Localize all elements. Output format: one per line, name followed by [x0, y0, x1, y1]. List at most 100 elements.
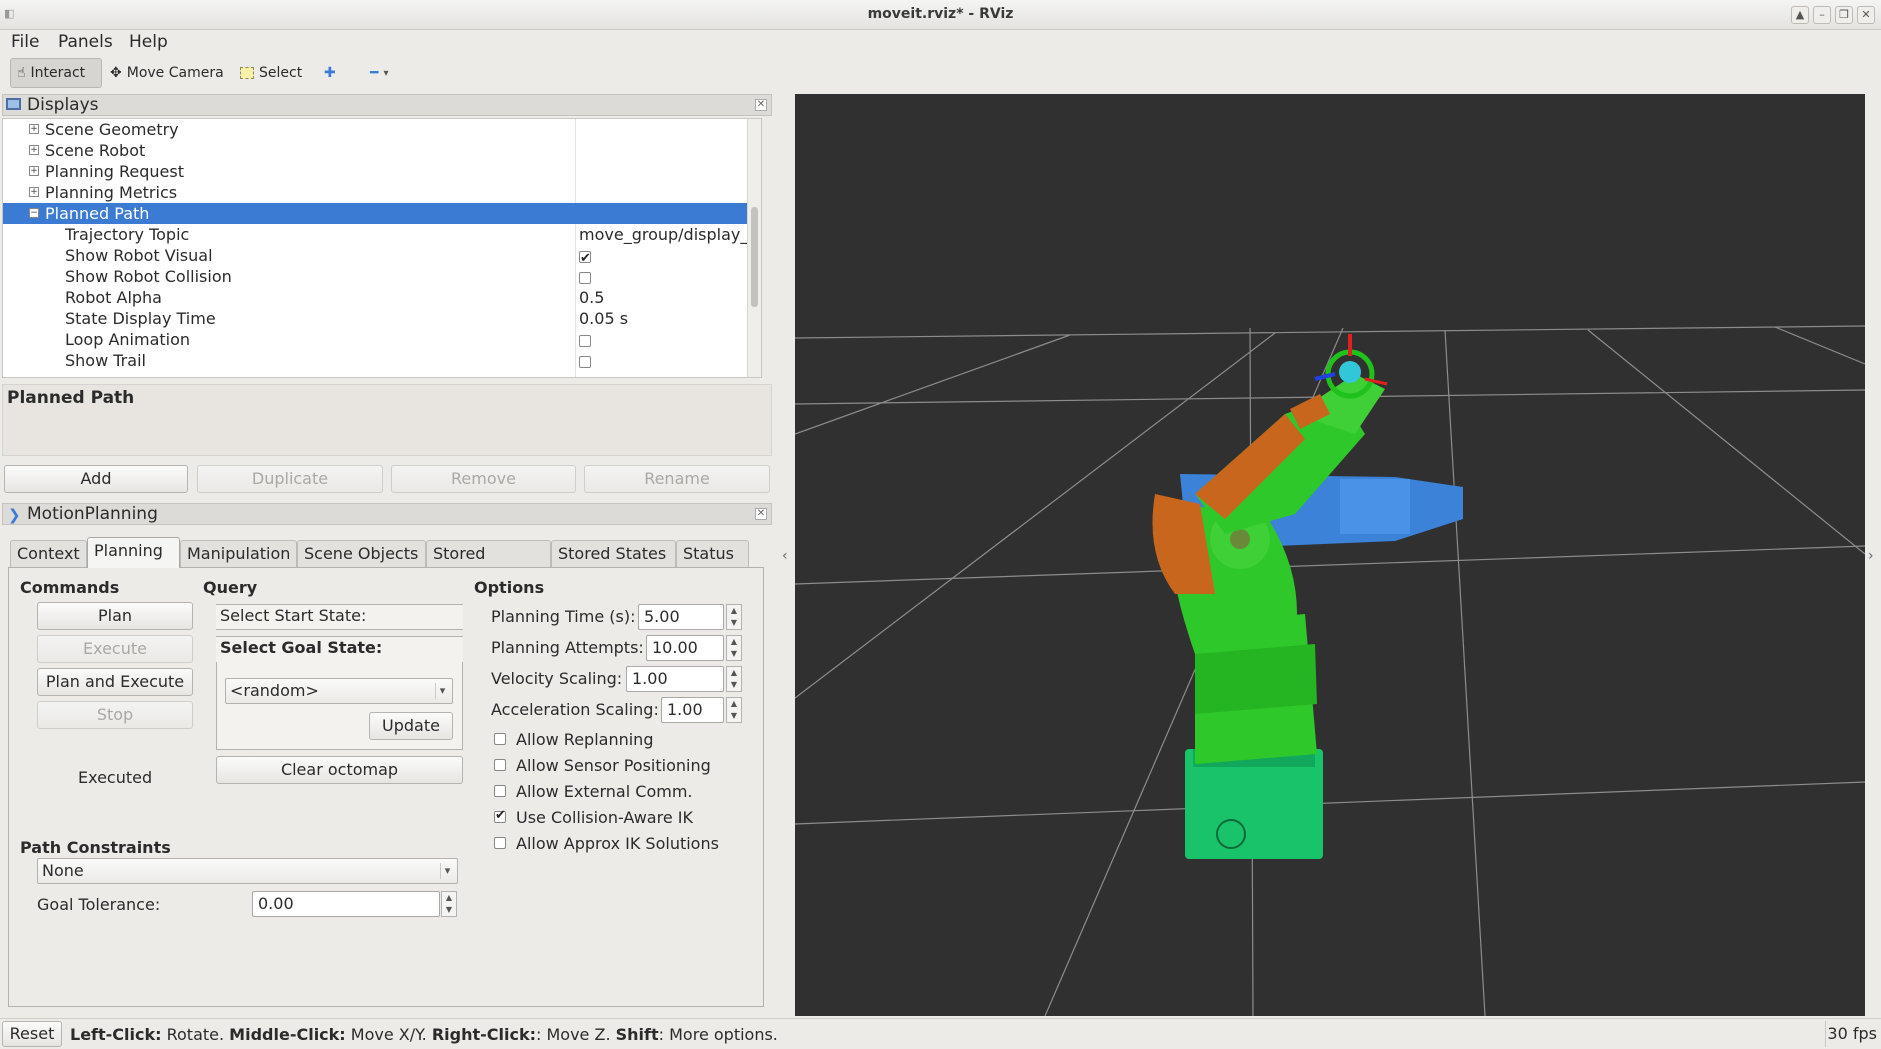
duplicate-display-button[interactable]: Duplicate [197, 465, 383, 493]
show-robot-visual-checkbox[interactable] [579, 248, 591, 269]
right-dock-collapse-icon[interactable]: › [1868, 548, 1874, 564]
display-item-label: Planned Path [45, 204, 150, 223]
remove-tool-button[interactable]: ━ ▾ [364, 58, 394, 88]
tab-scene-objects[interactable]: Scene Objects [297, 540, 426, 567]
use-collision-aware-ik-option[interactable]: Use Collision-Aware IK [494, 807, 693, 827]
left-dock-collapse-icon[interactable]: ‹ [782, 548, 788, 564]
tab-stored-states[interactable]: Stored States [551, 540, 676, 567]
display-item-planning-metrics[interactable]: + Planning Metrics [3, 182, 761, 203]
display-item-planning-request[interactable]: + Planning Request [3, 161, 761, 182]
remove-display-button[interactable]: Remove [391, 465, 576, 493]
goal-state-box[interactable]: Select Goal State: [216, 636, 463, 662]
allow-sensor-positioning-option[interactable]: Allow Sensor Positioning [494, 755, 711, 775]
move-camera-tool-button[interactable]: ✥ Move Camera [104, 58, 230, 88]
property-show-robot-collision[interactable]: Show Robot Collision [3, 266, 761, 287]
allow-external-comm-checkbox[interactable] [494, 785, 506, 797]
stop-button[interactable]: Stop [37, 701, 193, 729]
window-maximize-icon[interactable]: ❐ [1835, 6, 1853, 24]
add-tool-button[interactable]: ✚ [318, 58, 342, 88]
allow-approx-ik-option[interactable]: Allow Approx IK Solutions [494, 833, 719, 853]
plan-and-execute-button[interactable]: Plan and Execute [37, 668, 193, 696]
chevron-down-icon: ▾ [435, 683, 449, 699]
goal-state-combo[interactable]: <random> ▾ [225, 678, 453, 704]
update-button[interactable]: Update [369, 712, 453, 740]
display-item-planned-path[interactable]: − Planned Path [3, 203, 761, 224]
allow-approx-ik-checkbox[interactable] [494, 837, 506, 849]
tab-stored-scenes[interactable]: Stored Scenes [426, 540, 551, 589]
close-icon[interactable]: ✕ [755, 508, 767, 520]
display-item-scene-geometry[interactable]: + Scene Geometry [3, 119, 761, 140]
property-state-display-time[interactable]: State Display Time 0.05 s [3, 308, 761, 329]
property-show-robot-visual[interactable]: Show Robot Visual [3, 245, 761, 269]
expand-icon[interactable]: + [29, 187, 39, 197]
allow-replanning-checkbox[interactable] [494, 733, 506, 745]
add-display-button[interactable]: Add [4, 465, 188, 493]
acceleration-scaling-spinner[interactable]: ▲ ▼ [726, 697, 742, 723]
menu-panels[interactable]: Panels [58, 32, 113, 52]
expand-icon[interactable]: + [29, 124, 39, 134]
display-item-scene-robot[interactable]: + Scene Robot [3, 140, 761, 161]
expand-icon[interactable]: + [29, 145, 39, 155]
reset-view-button[interactable]: Reset [2, 1021, 62, 1047]
property-value[interactable]: 0.05 s [579, 308, 628, 329]
use-collision-aware-ik-checkbox[interactable] [494, 808, 506, 823]
window-up-icon[interactable]: ▲ [1791, 6, 1809, 24]
tab-context[interactable]: Context [10, 540, 87, 567]
description-title: Planned Path [7, 388, 135, 408]
property-show-trail[interactable]: Show Trail [3, 350, 761, 371]
goal-tolerance-field[interactable]: 0.00 [252, 891, 440, 917]
interact-tool-button[interactable]: ☝ Interact [10, 58, 102, 88]
show-robot-collision-checkbox[interactable] [579, 271, 591, 284]
rename-display-button[interactable]: Rename [584, 465, 770, 493]
path-constraints-value: None [42, 861, 84, 880]
property-loop-animation[interactable]: Loop Animation [3, 329, 761, 350]
tab-manipulation[interactable]: Manipulation [180, 540, 297, 567]
goal-state-label: Select Goal State: [220, 638, 383, 657]
scrollbar-thumb[interactable] [751, 207, 758, 307]
motion-planning-title: MotionPlanning [27, 504, 158, 524]
window-minimize-icon[interactable]: – [1813, 6, 1831, 24]
show-trail-checkbox[interactable] [579, 355, 591, 368]
property-robot-alpha[interactable]: Robot Alpha 0.5 [3, 287, 761, 308]
tab-planning[interactable]: Planning [87, 537, 180, 568]
velocity-scaling-field[interactable]: 1.00 [626, 666, 724, 692]
window-close-icon[interactable]: ✕ [1857, 6, 1875, 24]
hand-pointer-icon: ☝ [17, 65, 26, 81]
planning-time-field[interactable]: 5.00 [638, 604, 724, 630]
planning-time-spinner[interactable]: ▲ ▼ [726, 604, 742, 630]
property-value[interactable]: move_group/display_... [579, 224, 761, 245]
execute-button[interactable]: Execute [37, 635, 193, 663]
property-label: Loop Animation [65, 330, 191, 349]
hint-middle-text: Move X/Y. [345, 1025, 432, 1044]
expand-icon[interactable]: + [29, 166, 39, 176]
planning-attempts-spinner[interactable]: ▲ ▼ [726, 635, 742, 661]
allow-approx-ik-label: Allow Approx IK Solutions [516, 833, 719, 853]
property-trajectory-topic[interactable]: Trajectory Topic move_group/display_... [3, 224, 761, 245]
collapse-icon[interactable]: − [29, 208, 39, 218]
display-item-label: Planning Request [45, 162, 184, 181]
allow-sensor-positioning-checkbox[interactable] [494, 759, 506, 771]
menu-help[interactable]: Help [129, 32, 168, 52]
fps-counter: 30 fps [1825, 1021, 1879, 1047]
velocity-scaling-spinner[interactable]: ▲ ▼ [726, 666, 742, 692]
statusbar: Reset Left-Click: Rotate. Middle-Click: … [0, 1018, 1881, 1049]
tab-status[interactable]: Status [676, 540, 749, 567]
planning-attempts-field[interactable]: 10.00 [646, 635, 724, 661]
plan-button[interactable]: Plan [37, 602, 193, 630]
acceleration-scaling-field[interactable]: 1.00 [661, 697, 724, 723]
allow-replanning-option[interactable]: Allow Replanning [494, 729, 653, 749]
robot-arm[interactable] [1152, 334, 1464, 859]
3d-viewport[interactable] [795, 94, 1865, 1016]
goal-tolerance-spinner[interactable]: ▲ ▼ [441, 891, 457, 917]
select-tool-button[interactable]: Select [234, 58, 308, 88]
loop-animation-checkbox[interactable] [579, 334, 591, 347]
planning-attempts-label: Planning Attempts: [491, 638, 644, 657]
start-state-box[interactable]: Select Start State: [216, 604, 463, 630]
property-value[interactable]: 0.5 [579, 287, 604, 308]
clear-octomap-button[interactable]: Clear octomap [216, 756, 463, 784]
menu-file[interactable]: File [11, 32, 39, 52]
close-icon[interactable]: ✕ [755, 99, 767, 111]
path-constraints-combo[interactable]: None ▾ [37, 858, 458, 884]
displays-scrollbar[interactable] [747, 119, 761, 377]
allow-external-comm-option[interactable]: Allow External Comm. [494, 781, 692, 801]
